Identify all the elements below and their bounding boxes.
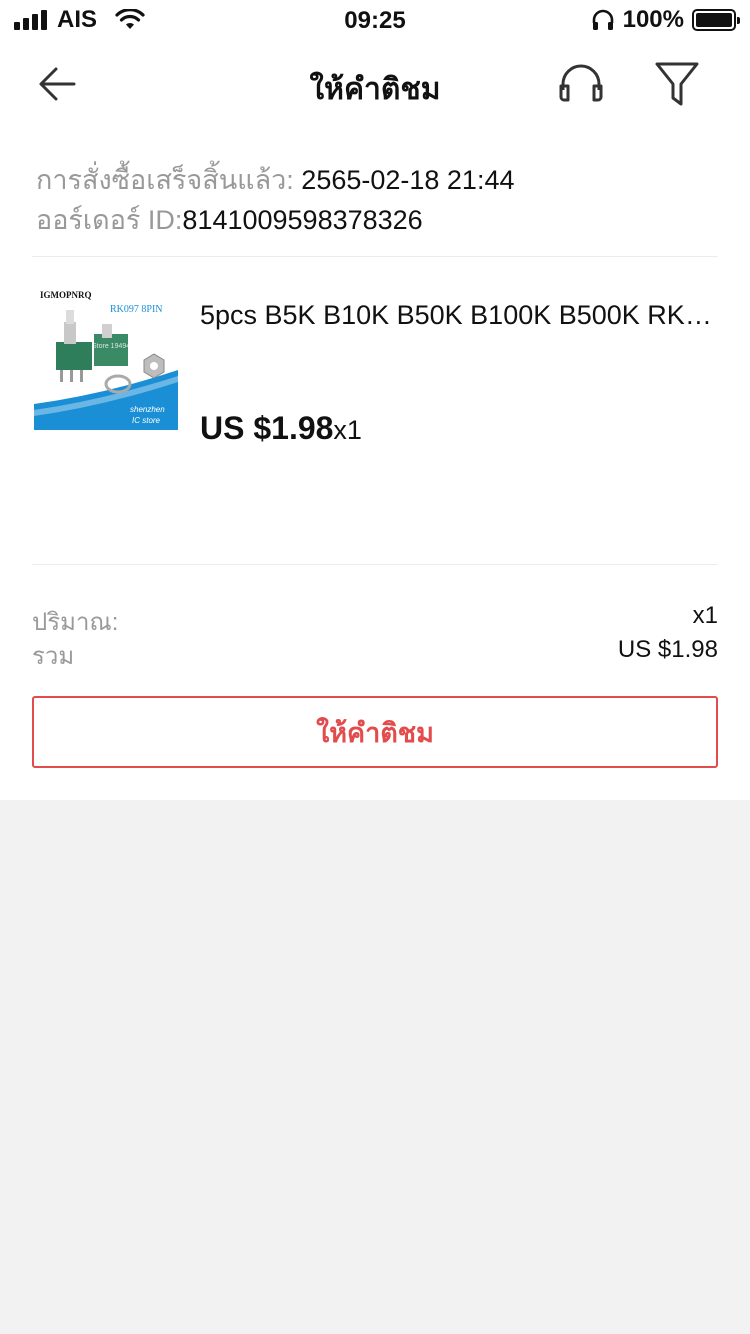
screen: AIS 09:25 100% ให้คำติชม การสั่งซื้อเสร็… — [0, 0, 750, 1334]
product-image-brand: IGMOPNRQ — [40, 290, 92, 300]
product-thumbnail[interactable]: IGMOPNRQ RK097 8PIN Store 1949432 shenzh… — [34, 286, 178, 430]
product-quantity: x1 — [333, 415, 362, 445]
page-title: ให้คำติชม — [309, 73, 441, 106]
order-completed-value: 2565-02-18 21:44 — [301, 165, 515, 195]
price-row: US $1.98x1 — [200, 410, 362, 447]
product-image-model: RK097 8PIN — [110, 304, 163, 315]
total-value: US $1.98 — [617, 636, 718, 663]
status-bar: AIS 09:25 100% — [0, 0, 750, 40]
product-image-store-2: IC store — [132, 416, 161, 425]
headphones-icon — [592, 9, 613, 30]
order-card: การสั่งซื้อเสร็จสิ้นแล้ว: 2565-02-18 21:… — [0, 130, 750, 800]
product-image-store-1: shenzhen — [130, 405, 165, 414]
battery-full-icon — [692, 9, 740, 31]
order-completed-label: การสั่งซื้อเสร็จสิ้นแล้ว: — [36, 165, 302, 195]
order-id-line: ออร์เดอร์ ID:8141009598378326 — [36, 198, 423, 241]
headset-icon[interactable] — [556, 60, 606, 108]
quantity-value: x1 — [692, 602, 718, 629]
order-id-label: ออร์เดอร์ ID: — [36, 205, 183, 235]
leave-feedback-button[interactable]: ให้คำติชม — [32, 696, 718, 768]
battery-percent: 100% — [622, 6, 684, 33]
order-completed-line: การสั่งซื้อเสร็จสิ้นแล้ว: 2565-02-18 21:… — [36, 158, 514, 201]
divider — [32, 256, 718, 257]
order-id-value: 8141009598378326 — [182, 205, 423, 235]
funnel-icon[interactable] — [652, 58, 702, 110]
product-image-watermark: Store 1949432 — [92, 343, 138, 350]
product-title[interactable]: 5pcs B5K B10K B50K B100K B500K RK097 8PI… — [200, 300, 720, 331]
divider — [32, 564, 718, 565]
product-price: US $1.98 — [200, 410, 334, 446]
nav-bar: ให้คำติชม — [0, 40, 750, 130]
status-right: 100% — [591, 6, 740, 34]
total-label: รวม — [32, 643, 75, 670]
